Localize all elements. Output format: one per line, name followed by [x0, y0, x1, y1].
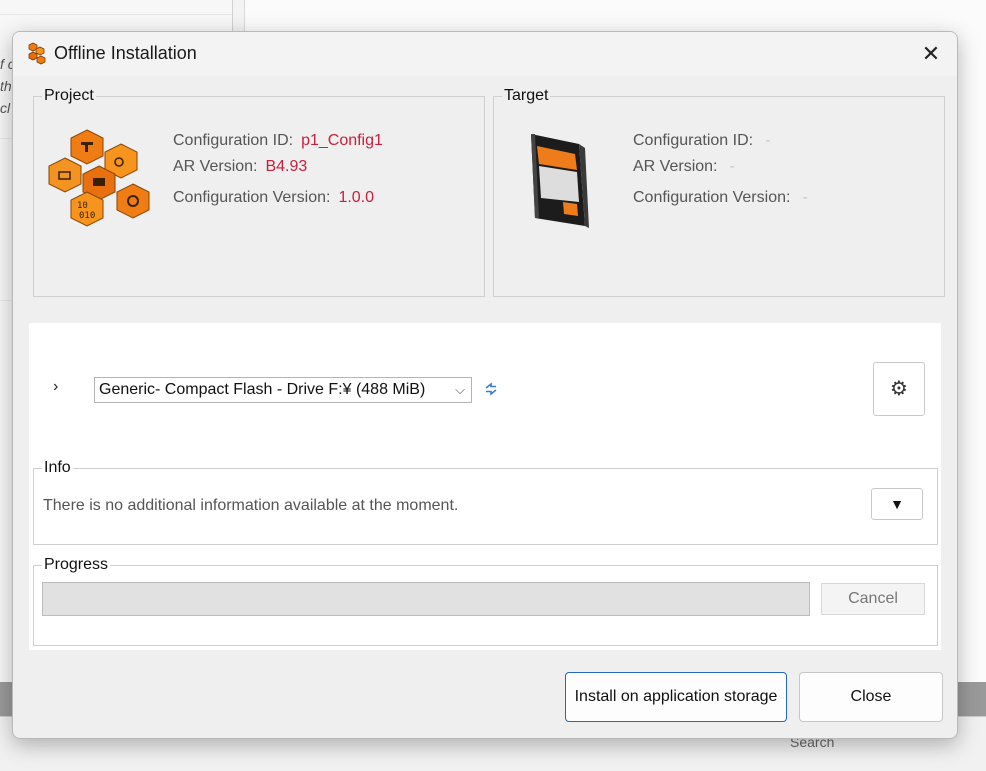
target-config-version: Configuration Version: -: [633, 189, 808, 207]
svg-text:10: 10: [77, 201, 88, 211]
info-message: There is no additional information avail…: [43, 497, 459, 514]
refresh-icon[interactable]: [483, 381, 499, 397]
app-honeycomb-icon: [28, 42, 46, 65]
svg-text:010: 010: [79, 211, 95, 221]
target-config-version-value: -: [802, 189, 808, 206]
target-config-version-label: Configuration Version:: [633, 189, 791, 206]
target-ar-version-value: -: [729, 158, 735, 175]
background-text: th: [0, 78, 12, 94]
cancel-button[interactable]: Cancel: [821, 583, 925, 615]
compact-flash-card-icon: [531, 134, 589, 228]
project-config-version-label: Configuration Version:: [173, 189, 331, 206]
project-config-version: Configuration Version: 1.0.0: [173, 189, 374, 207]
project-ar-version-value: B4.93: [265, 158, 308, 175]
gear-icon: ⚙: [890, 378, 908, 400]
drive-select-value: Generic- Compact Flash - Drive F:¥ (488 …: [99, 381, 426, 398]
expand-chevron-icon[interactable]: ›: [53, 378, 58, 396]
drive-select[interactable]: Generic- Compact Flash - Drive F:¥ (488 …: [94, 377, 472, 403]
triangle-down-icon: ▼: [890, 496, 904, 512]
background-row: [0, 14, 232, 15]
chevron-down-icon: ⌵: [455, 382, 465, 397]
dialog-title: Offline Installation: [54, 43, 197, 63]
target-ar-version-label: AR Version:: [633, 158, 718, 175]
target-config-id-label: Configuration ID:: [633, 132, 754, 149]
project-legend: Project: [44, 87, 94, 104]
close-button[interactable]: Close: [799, 672, 943, 722]
progress-bar: [42, 582, 810, 616]
project-config-id: Configuration ID: p1_Config1: [173, 132, 383, 150]
background-text: cl: [0, 100, 11, 116]
target-ar-version: AR Version: -: [633, 158, 735, 176]
close-icon[interactable]: ✕: [913, 40, 949, 68]
project-config-id-value: p1_Config1: [301, 132, 383, 149]
project-config-id-label: Configuration ID:: [173, 132, 294, 149]
project-config-version-value: 1.0.0: [338, 189, 375, 206]
info-expand-button[interactable]: ▼: [871, 488, 923, 520]
settings-button[interactable]: ⚙: [873, 362, 925, 416]
install-on-application-storage-button[interactable]: Install on application storage: [565, 672, 787, 722]
offline-installation-dialog: Offline Installation ✕ Project 10 010 Con…: [12, 31, 958, 739]
info-legend: Info: [44, 459, 71, 476]
project-honeycomb-icon: 10010: [48, 129, 150, 227]
project-ar-version-label: AR Version:: [173, 158, 258, 175]
target-config-id: Configuration ID: -: [633, 132, 770, 150]
target-legend: Target: [504, 87, 549, 104]
dialog-titlebar: Offline Installation ✕: [13, 32, 957, 76]
progress-legend: Progress: [44, 556, 109, 573]
project-ar-version: AR Version: B4.93: [173, 158, 307, 176]
target-config-id-value: -: [765, 132, 771, 149]
